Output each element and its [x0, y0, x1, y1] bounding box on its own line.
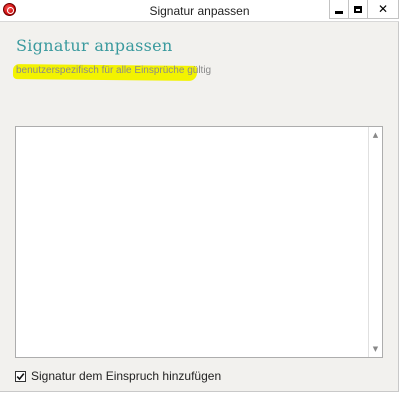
add-signature-option[interactable]: Signatur dem Einspruch hinzufügen — [15, 368, 221, 384]
check-icon — [16, 372, 25, 380]
minimize-icon — [335, 10, 343, 14]
signature-textarea[interactable]: ▲ ▼ — [15, 126, 383, 358]
dialog-window: Signatur anpassen ✕ Signatur anpassen be… — [0, 0, 399, 392]
chevron-up-icon[interactable]: ▲ — [369, 129, 382, 141]
add-signature-label[interactable]: Signatur dem Einspruch hinzufügen — [31, 369, 221, 383]
chevron-down-icon[interactable]: ▼ — [369, 343, 382, 355]
minimize-button[interactable] — [329, 0, 349, 19]
close-button[interactable]: ✕ — [367, 0, 399, 19]
maximize-button[interactable] — [348, 0, 368, 19]
close-icon: ✕ — [377, 2, 389, 16]
maximize-icon — [354, 5, 362, 13]
vertical-scrollbar[interactable]: ▲ ▼ — [368, 127, 382, 357]
page-heading: Signatur anpassen — [16, 36, 173, 55]
add-signature-checkbox[interactable] — [15, 370, 26, 382]
subtext-container: benutzerspezifisch für alle Einsprüche g… — [12, 63, 212, 81]
subtext: benutzerspezifisch für alle Einsprüche g… — [16, 65, 212, 76]
title-bar[interactable]: Signatur anpassen ✕ — [0, 0, 399, 22]
